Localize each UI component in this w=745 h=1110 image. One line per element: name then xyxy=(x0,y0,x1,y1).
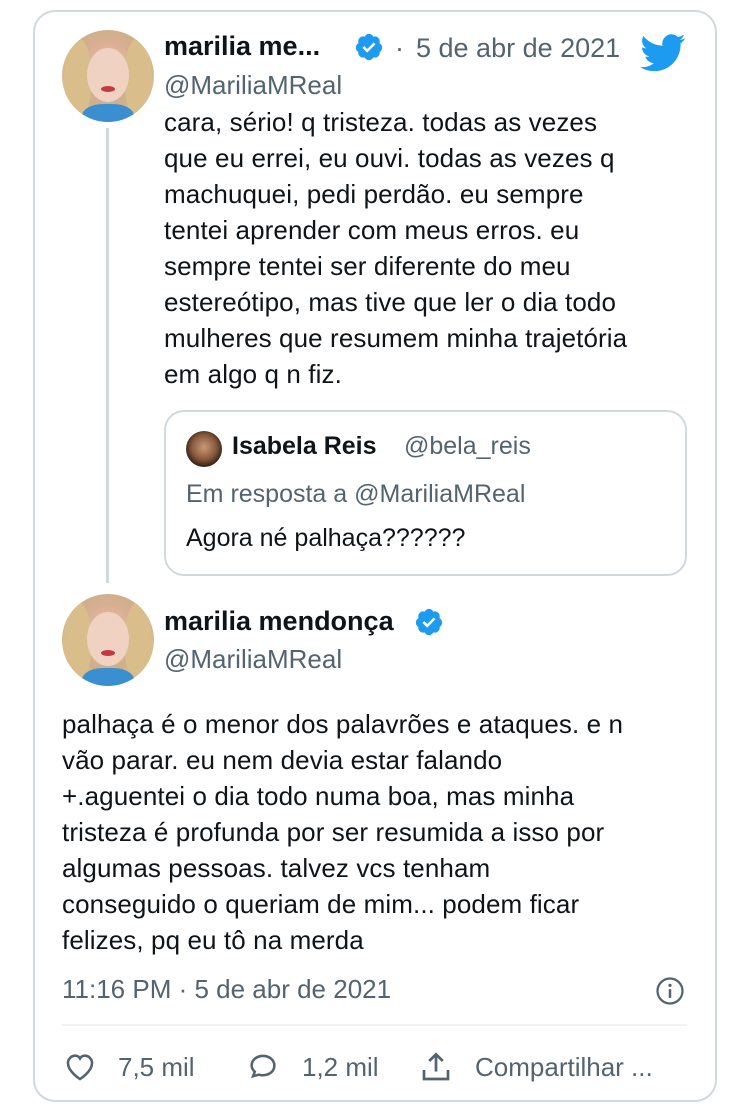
author-handle[interactable]: @MariliaMReal xyxy=(164,644,342,675)
verified-badge-icon xyxy=(415,608,443,636)
separator-dot: · xyxy=(395,33,404,63)
avatar[interactable] xyxy=(62,30,154,122)
text-line: tristeza é profunda por ser resumida a i… xyxy=(62,817,605,847)
text-line: palhaça é o menor dos palavrões e ataque… xyxy=(62,709,624,739)
info-icon[interactable] xyxy=(655,976,685,1006)
quoted-text: Agora né palhaça?????? xyxy=(186,524,466,552)
reply-context: Em resposta a @MariliaMReal xyxy=(186,480,526,508)
share-icon xyxy=(422,1052,450,1081)
text-line: algumas pessoas. talvez vcs tenham xyxy=(62,853,491,883)
author-handle[interactable]: @MariliaMReal xyxy=(164,70,342,101)
divider xyxy=(62,1024,687,1026)
text-line: que eu errei, eu ouvi. todas as vezes q xyxy=(164,143,615,173)
text-line: tentei aprender com meus erros. eu xyxy=(164,215,580,245)
reply-icon xyxy=(250,1054,276,1079)
tweet-text: cara, sério! q tristeza. todas as vezes … xyxy=(164,104,627,392)
tweet-timestamp[interactable]: 11:16 PM · 5 de abr de 2021 xyxy=(62,974,391,1005)
reply-count: 1,2 mil xyxy=(302,1052,379,1082)
tweet-text: palhaça é o menor dos palavrões e ataque… xyxy=(62,706,623,958)
share-label: Compartilhar ... xyxy=(475,1052,653,1082)
text-line: vão parar. eu nem devia estar falando xyxy=(62,745,503,775)
avatar[interactable] xyxy=(62,594,154,686)
twitter-bird-icon[interactable] xyxy=(640,33,686,73)
quoted-avatar xyxy=(186,431,222,467)
text-line: em algo q n fiz. xyxy=(164,359,342,389)
quoted-author-handle: @bela_reis xyxy=(404,432,531,460)
author-name[interactable]: marilia mendonça xyxy=(164,606,394,637)
share-button[interactable]: Compartilhar ... xyxy=(418,1048,678,1088)
author-name[interactable]: marilia me... xyxy=(164,31,320,62)
text-line: estereótipo, mas tive que ler o dia todo xyxy=(164,287,617,317)
text-line: +.aguentei o dia todo numa boa, mas minh… xyxy=(62,781,575,811)
text-line: sempre tentei ser diferente do meu xyxy=(164,251,571,281)
tweet-date[interactable]: 5 de abr de 2021 xyxy=(416,33,620,64)
text-line: machuquei, pedi perdão. eu sempre xyxy=(164,179,584,209)
like-count: 7,5 mil xyxy=(118,1052,195,1082)
reply-button[interactable]: 1,2 mil xyxy=(245,1048,405,1088)
like-button[interactable]: 7,5 mil xyxy=(62,1048,262,1088)
text-line: felizes, pq eu tô na merda xyxy=(62,925,364,955)
heart-icon xyxy=(66,1054,94,1081)
text-line: conseguido o queriam de mim... podem fic… xyxy=(62,889,580,919)
text-line: cara, sério! q tristeza. todas as vezes xyxy=(164,107,598,137)
text-line: mulheres que resumem minha trajetória xyxy=(164,323,628,353)
quoted-tweet[interactable]: Isabela Reis @bela_reis Em resposta a @M… xyxy=(164,410,687,576)
quoted-author-name: Isabela Reis xyxy=(232,432,377,460)
verified-badge-icon xyxy=(355,33,383,61)
thread-connector xyxy=(106,128,109,583)
